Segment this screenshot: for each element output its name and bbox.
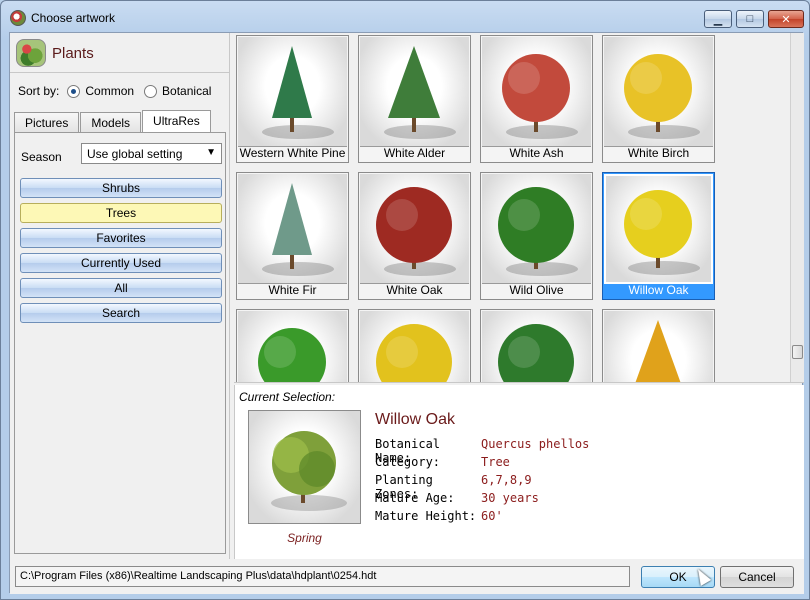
shrubs-button[interactable]: Shrubs — [20, 178, 222, 198]
tree-icon — [376, 324, 452, 382]
tree-icon — [624, 54, 700, 139]
tree-icon — [624, 190, 700, 275]
artwork-tile[interactable]: White Birch — [602, 35, 715, 163]
close-icon: ✕ — [781, 13, 791, 26]
all-button[interactable]: All — [20, 278, 222, 298]
selection-properties: Botanical Name: Quercus phellos Category:… — [375, 437, 589, 527]
artwork-tile[interactable]: Willow Oak — [602, 172, 715, 300]
tab-ultrares[interactable]: UltraRes — [142, 110, 211, 134]
artwork-thumbnail — [360, 311, 469, 382]
artwork-thumbnail — [238, 311, 347, 382]
choose-artwork-window: Choose artwork ▁ □ ✕ Plants Sort by: Com… — [0, 0, 810, 600]
artwork-tile[interactable] — [236, 309, 349, 382]
minimize-button[interactable]: ▁ — [704, 10, 732, 28]
tree-icon — [384, 46, 456, 139]
selection-season: Spring — [287, 531, 322, 545]
trees-button[interactable]: Trees — [20, 203, 222, 223]
sort-botanical-radio[interactable] — [144, 84, 158, 98]
artwork-caption: White Birch — [627, 146, 690, 160]
close-button[interactable]: ✕ — [768, 10, 804, 28]
artwork-thumbnail — [360, 174, 469, 284]
artwork-grid: Western White Pine White Alder White Ash Wh… — [234, 33, 804, 383]
artwork-thumbnail — [604, 174, 713, 284]
artwork-caption: Western White Pine — [239, 146, 346, 160]
app-icon — [10, 10, 26, 26]
artwork-tile[interactable]: Western White Pine — [236, 35, 349, 163]
artwork-caption: Wild Olive — [509, 283, 564, 297]
library-tabs: Pictures Models UltraRes — [14, 109, 212, 134]
artwork-thumbnail — [482, 37, 591, 147]
window-title: Choose artwork — [31, 11, 116, 25]
tree-icon — [502, 54, 578, 139]
artwork-thumbnail — [604, 37, 713, 147]
artwork-tile[interactable]: White Alder — [358, 35, 471, 163]
artwork-thumbnail — [482, 311, 591, 382]
dropdown-arrow-icon: ▼ — [206, 147, 216, 158]
currently-used-button[interactable]: Currently Used — [20, 253, 222, 273]
sort-common-label[interactable]: Common — [85, 84, 134, 98]
season-value: Use global setting — [87, 147, 183, 161]
prop-row-age: Mature Age: 30 years — [375, 491, 539, 505]
artwork-tile[interactable]: White Oak — [358, 172, 471, 300]
selection-thumbnail — [248, 410, 361, 524]
tab-pictures[interactable]: Pictures — [14, 112, 80, 133]
prop-row-height: Mature Height: 60' — [375, 509, 503, 523]
artwork-thumbnail — [604, 311, 713, 382]
prop-row-category: Category: Tree — [375, 455, 510, 469]
prop-row-zones: Planting Zones: 6,7,8,9 — [375, 473, 532, 501]
current-selection-panel: Current Selection: Spring Willow Oak Bot… — [234, 385, 804, 559]
minimize-icon: ▁ — [713, 13, 723, 26]
plants-title: Plants — [52, 45, 94, 62]
artwork-caption: White Oak — [386, 283, 443, 297]
tree-icon — [635, 320, 681, 382]
artwork-tile[interactable] — [480, 309, 593, 382]
artwork-caption: Willow Oak — [628, 283, 689, 297]
scroll-thumb[interactable] — [792, 345, 803, 359]
sort-common-radio[interactable] — [67, 84, 81, 98]
plants-icon — [16, 39, 46, 67]
selection-name: Willow Oak — [375, 411, 456, 428]
season-select[interactable]: Use global setting ▼ — [81, 143, 222, 164]
artwork-caption: White Ash — [509, 146, 564, 160]
selected-tree-icon — [271, 431, 347, 511]
tree-icon — [262, 183, 334, 276]
tab-content: Season Use global setting ▼ Shrubs Trees… — [14, 132, 226, 554]
favorites-button[interactable]: Favorites — [20, 228, 222, 248]
artwork-thumbnail — [238, 174, 347, 284]
title-bar[interactable]: Choose artwork ▁ □ ✕ — [1, 1, 809, 35]
prop-row-botanical: Botanical Name: Quercus phellos — [375, 437, 590, 465]
tree-icon — [262, 46, 334, 139]
sort-by-label: Sort by: — [18, 84, 60, 98]
artwork-caption: White Alder — [383, 146, 446, 160]
maximize-button[interactable]: □ — [736, 10, 764, 28]
sort-botanical-label[interactable]: Botanical — [162, 84, 211, 98]
tree-icon — [498, 324, 574, 382]
tree-icon — [498, 187, 578, 276]
artwork-thumbnail — [238, 37, 347, 147]
tree-icon — [258, 328, 326, 382]
search-button[interactable]: Search — [20, 303, 222, 323]
file-path-field: C:\Program Files (x86)\Realtime Landscap… — [15, 566, 630, 587]
maximize-icon: □ — [746, 13, 754, 25]
current-selection-caption: Current Selection: — [239, 390, 336, 404]
cancel-button[interactable]: Cancel — [720, 566, 794, 588]
tab-models[interactable]: Models — [80, 112, 142, 133]
artwork-tile[interactable] — [602, 309, 715, 382]
artwork-caption: White Fir — [268, 283, 317, 297]
grid-scrollbar[interactable] — [790, 33, 804, 382]
artwork-thumbnail — [360, 37, 469, 147]
dialog-footer: C:\Program Files (x86)\Realtime Landscap… — [10, 559, 804, 594]
artwork-thumbnail — [482, 174, 591, 284]
dialog-client: Plants Sort by: Common Botanical Picture… — [9, 32, 804, 594]
artwork-tile[interactable]: White Fir — [236, 172, 349, 300]
category-panel: Plants Sort by: Common Botanical Picture… — [10, 33, 230, 559]
artwork-tile[interactable]: White Ash — [480, 35, 593, 163]
tree-icon — [376, 187, 456, 276]
plants-header: Plants — [10, 33, 230, 73]
season-label: Season — [21, 150, 62, 164]
sort-by-row: Sort by: Common Botanical — [18, 83, 211, 99]
artwork-tile[interactable] — [358, 309, 471, 382]
artwork-tile[interactable]: Wild Olive — [480, 172, 593, 300]
